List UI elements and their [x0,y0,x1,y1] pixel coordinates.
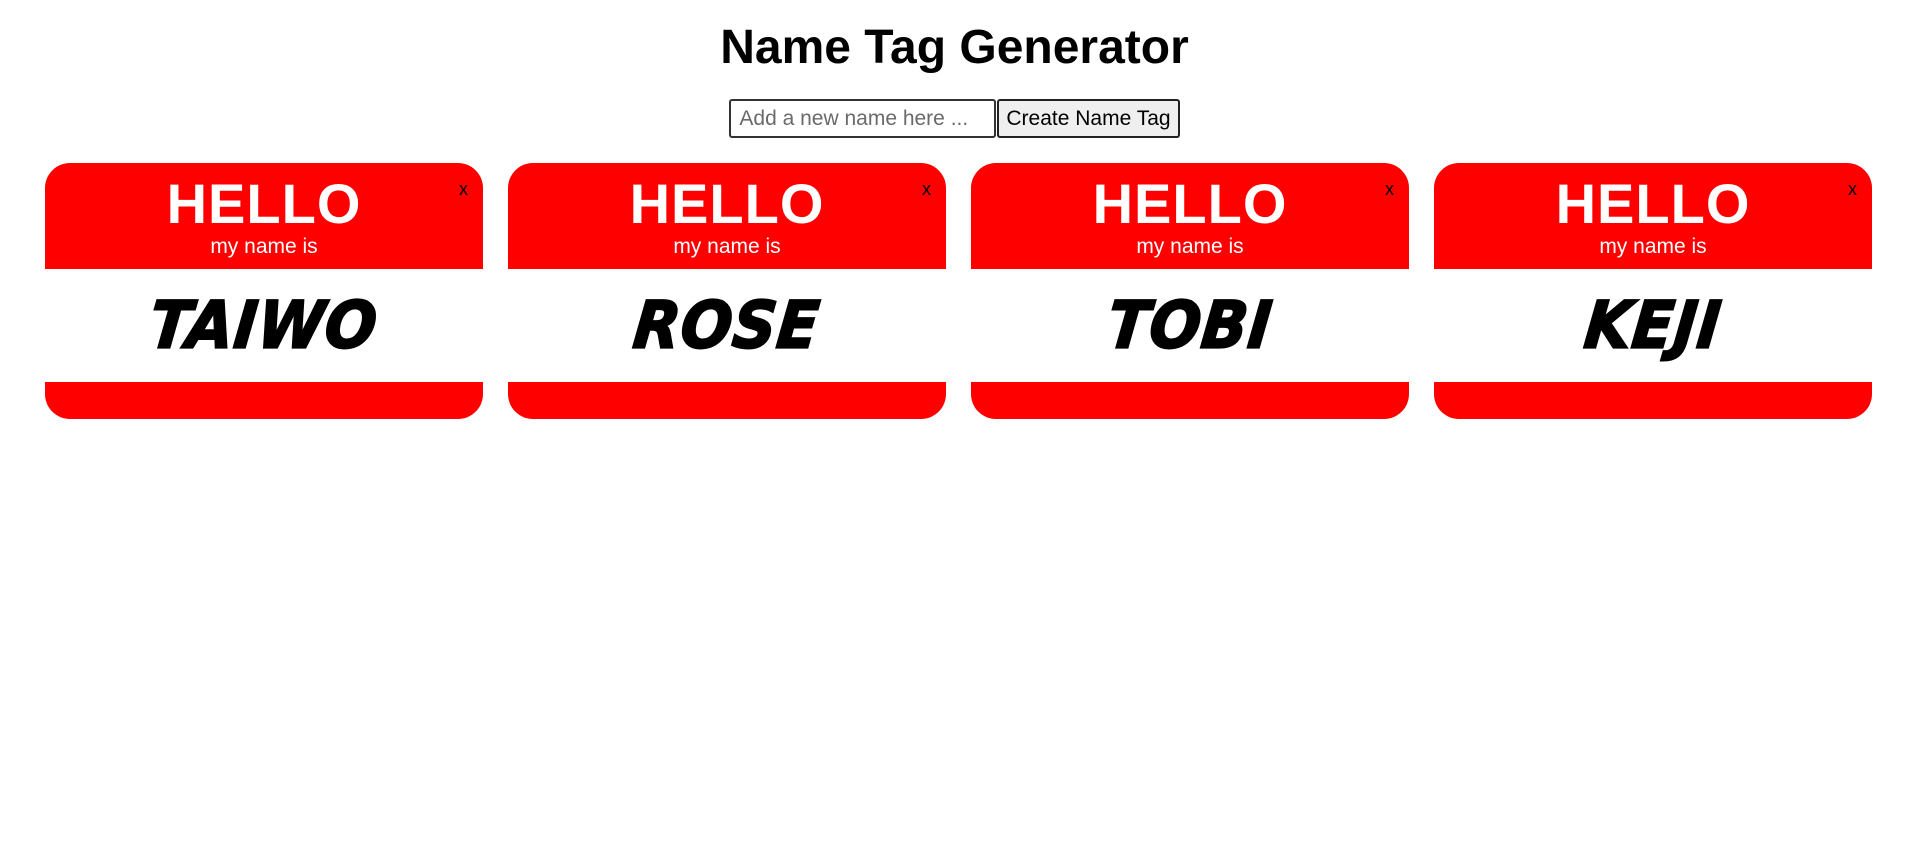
tag-name-text: TAIWO [145,287,382,365]
tag-name-text: TOBI [1103,287,1277,365]
name-tag-list: HELLO my name is x TAIWO HELLO my name i… [45,163,1872,419]
name-tag: HELLO my name is x TAIWO [45,163,483,419]
name-tag-header: HELLO my name is [508,163,946,269]
remove-tag-button[interactable]: x [1848,180,1857,198]
hello-heading: HELLO [1092,172,1288,235]
my-name-is-label: my name is [210,235,318,258]
name-input[interactable] [729,99,997,138]
name-tag-header: HELLO my name is [971,163,1409,269]
name-tag: HELLO my name is x KEJI [1434,163,1872,419]
hello-heading: HELLO [629,172,825,235]
name-tag-header: HELLO my name is [45,163,483,269]
name-tag-generator-app: Name Tag Generator Create Name Tag HELLO… [0,0,1909,853]
name-tag-body: ROSE [508,269,946,382]
tag-name-text: ROSE [629,287,824,365]
name-tag: HELLO my name is x ROSE [508,163,946,419]
remove-tag-button[interactable]: x [922,180,931,198]
tag-name-text: KEJI [1580,287,1726,365]
page-title: Name Tag Generator [720,21,1189,74]
name-tag-body: TOBI [971,269,1409,382]
create-name-tag-button[interactable]: Create Name Tag [997,99,1180,138]
my-name-is-label: my name is [1136,235,1244,258]
name-tag-body: TAIWO [45,269,483,382]
remove-tag-button[interactable]: x [459,180,468,198]
hello-heading: HELLO [1555,172,1751,235]
hello-heading: HELLO [166,172,362,235]
name-tag: HELLO my name is x TOBI [971,163,1409,419]
my-name-is-label: my name is [673,235,781,258]
name-tag-body: KEJI [1434,269,1872,382]
name-tag-header: HELLO my name is [1434,163,1872,269]
remove-tag-button[interactable]: x [1385,180,1394,198]
my-name-is-label: my name is [1599,235,1707,258]
add-name-form: Create Name Tag [0,99,1909,138]
